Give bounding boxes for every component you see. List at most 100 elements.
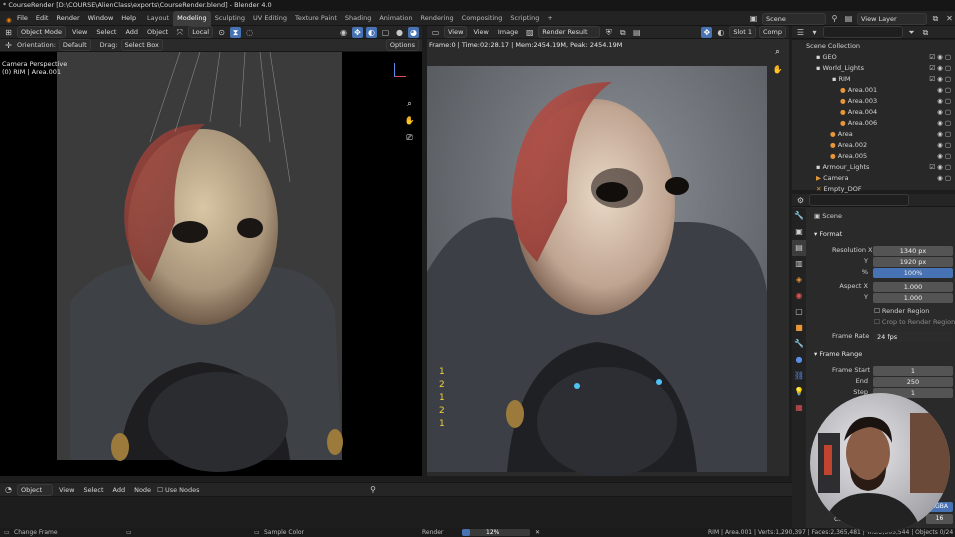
menu-render[interactable]: Render (52, 11, 83, 26)
tab-sculpting[interactable]: Sculpting (211, 11, 249, 26)
menu-add[interactable]: Add (122, 28, 141, 36)
frame-end-field[interactable]: 250 (873, 377, 953, 387)
visibility-eye-icon[interactable]: ◉ ▢ (937, 85, 951, 96)
node-editor-canvas[interactable] (0, 497, 792, 528)
physics-tab-icon[interactable]: ● (792, 352, 806, 368)
outliner-row[interactable]: ● Area.006 ◉ ▢ (792, 118, 955, 129)
crop-region-checkbox[interactable]: ☐ Crop to Render Region (874, 317, 955, 328)
menu-window[interactable]: Window (84, 11, 118, 26)
output-tab-icon[interactable]: ▤ (792, 240, 806, 256)
render-region-checkbox[interactable]: ☐ Render Region (874, 306, 929, 317)
xray-icon[interactable]: ▢ (380, 27, 391, 38)
image-selector[interactable]: Render Result (538, 26, 601, 38)
menu-select[interactable]: Select (80, 486, 106, 494)
visibility-eye-icon[interactable]: ◉ ▢ (937, 140, 951, 151)
aspect-x-field[interactable]: 1.000 (873, 282, 953, 292)
visibility-eye-icon[interactable]: ☑ ◉ ▢ (929, 162, 951, 173)
outliner-row[interactable]: ● Area.004 ◉ ▢ (792, 107, 955, 118)
node-editor-icon[interactable]: ◔ (3, 484, 14, 495)
axis-gizmo[interactable] (392, 60, 410, 80)
scene-tab-icon[interactable]: ◈ (792, 272, 806, 288)
outliner-row[interactable]: ● Area.003 ◉ ▢ (792, 96, 955, 107)
outliner-row[interactable]: ▶ Camera ◉ ▢ (792, 173, 955, 184)
object-tab-icon[interactable]: ■ (792, 320, 806, 336)
collection-tab-icon[interactable]: ▢ (792, 304, 806, 320)
new-layer-icon[interactable]: ⧉ (930, 13, 941, 24)
outliner-row[interactable]: ▪ World_Lights ☑ ◉ ▢ (792, 63, 955, 74)
blender-logo-icon[interactable]: ◉ (2, 13, 13, 24)
resolution-y-field[interactable]: 1920 px (873, 257, 953, 267)
compositing-selector[interactable]: Comp (759, 26, 786, 38)
zoom-icon[interactable]: ⌕ (772, 46, 783, 57)
visibility-eye-icon[interactable]: ◉ ▢ (937, 96, 951, 107)
outliner-row[interactable]: ● Area ◉ ▢ (792, 129, 955, 140)
menu-select[interactable]: Select (93, 28, 119, 36)
snap-icon[interactable]: ⧗ (230, 26, 242, 38)
aspect-y-field[interactable]: 1.000 (873, 293, 953, 303)
menu-object[interactable]: Object (144, 28, 171, 36)
shading-solid-icon[interactable]: ● (394, 27, 405, 38)
zoom-icon[interactable]: ⌕ (404, 98, 415, 109)
3d-viewport[interactable]: Camera Perspective (0) RIM | Area.001 ⌕ … (0, 52, 422, 476)
tab-scripting[interactable]: Scripting (506, 11, 543, 26)
visibility-eye-icon[interactable]: ◉ ▢ (937, 129, 951, 140)
orientation-selector[interactable]: Default (58, 39, 91, 51)
visibility-eye-icon[interactable]: ◉ ▢ (937, 173, 951, 184)
view-mode-selector[interactable]: View (444, 26, 468, 38)
cancel-render-icon[interactable]: ✕ (532, 528, 543, 537)
tab-layout[interactable]: Layout (143, 11, 173, 26)
tab-shading[interactable]: Shading (341, 11, 375, 26)
overlay-icon[interactable]: ◐ (366, 26, 377, 38)
shading-rendered-icon[interactable]: ◕ (408, 26, 419, 38)
view-layer-selector[interactable]: View Layer (857, 12, 927, 25)
image-editor-icon[interactable]: ▭ (430, 27, 441, 38)
tab-rendering[interactable]: Rendering (416, 11, 457, 26)
mode-selector[interactable]: Object Mode (17, 26, 66, 38)
editor-type-icon[interactable]: ⊞ (3, 27, 14, 38)
menu-help[interactable]: Help (117, 11, 140, 26)
frame-range-panel-header[interactable]: ▾ Frame Range (814, 349, 862, 360)
outliner-row[interactable]: ▪ RIM ☑ ◉ ▢ (792, 74, 955, 85)
filter-icon[interactable]: ⏷ (906, 27, 917, 38)
new-image-icon[interactable]: ⧉ (617, 27, 628, 38)
visibility-eye-icon[interactable]: ◉ ▢ (937, 118, 951, 129)
menu-view[interactable]: View (69, 28, 90, 36)
modifier-tab-icon[interactable]: 🔧 (792, 336, 806, 352)
scene-selector[interactable]: Scene (762, 12, 826, 25)
tab-animation[interactable]: Animation (375, 11, 416, 26)
visibility-eye-icon[interactable]: ◉ ▢ (937, 107, 951, 118)
menu-node[interactable]: Node (131, 486, 154, 494)
outliner-icon[interactable]: ☰ (795, 27, 806, 38)
outliner-row[interactable]: ● Area.005 ◉ ▢ (792, 151, 955, 162)
hand-pan-icon[interactable]: ✋ (772, 64, 783, 75)
menu-add[interactable]: Add (110, 486, 129, 494)
slot-selector[interactable]: Slot 1 (729, 26, 757, 38)
menu-view[interactable]: View (470, 28, 491, 36)
move-tool-icon[interactable]: ✛ (3, 40, 14, 51)
outliner-search[interactable] (823, 26, 903, 38)
transform-icon[interactable]: ⤧ (174, 27, 185, 38)
filter-display-icon[interactable]: ▾ (809, 27, 820, 38)
properties-icon[interactable]: ⚙ (795, 195, 806, 206)
pin-icon[interactable]: ⚲ (829, 13, 840, 24)
outliner-row[interactable]: ● Area.002 ◉ ▢ (792, 140, 955, 151)
drag-selector[interactable]: Select Box (120, 39, 163, 51)
new-collection-icon[interactable]: ⧉ (920, 27, 931, 38)
visibility-eye-icon[interactable]: ☑ ◉ ▢ (929, 63, 951, 74)
resolution-percent-field[interactable]: 100% (873, 268, 953, 278)
menu-image[interactable]: Image (495, 28, 521, 36)
menu-file[interactable]: File (13, 11, 32, 26)
data-tab-icon[interactable]: 💡 (792, 384, 806, 400)
outliner-row[interactable]: ▪ GEO ☑ ◉ ▢ (792, 52, 955, 63)
visibility-eye-icon[interactable]: ☑ ◉ ▢ (929, 74, 951, 85)
tool-tab-icon[interactable]: 🔧 (792, 208, 806, 224)
tab-modeling[interactable]: Modeling (173, 11, 211, 26)
view-layer-tab-icon[interactable]: ▥ (792, 256, 806, 272)
menu-edit[interactable]: Edit (32, 11, 53, 26)
proportional-icon[interactable]: ◌ (244, 27, 255, 38)
gizmo-icon[interactable]: ✥ (352, 26, 363, 38)
outliner-row[interactable]: Scene Collection (792, 41, 955, 52)
transform-orientation[interactable]: Local (188, 26, 214, 38)
resolution-x-field[interactable]: 1340 px (873, 246, 953, 256)
render-result-viewer[interactable]: 1 2 1 2 1 ⌕ ✋ (427, 47, 789, 476)
